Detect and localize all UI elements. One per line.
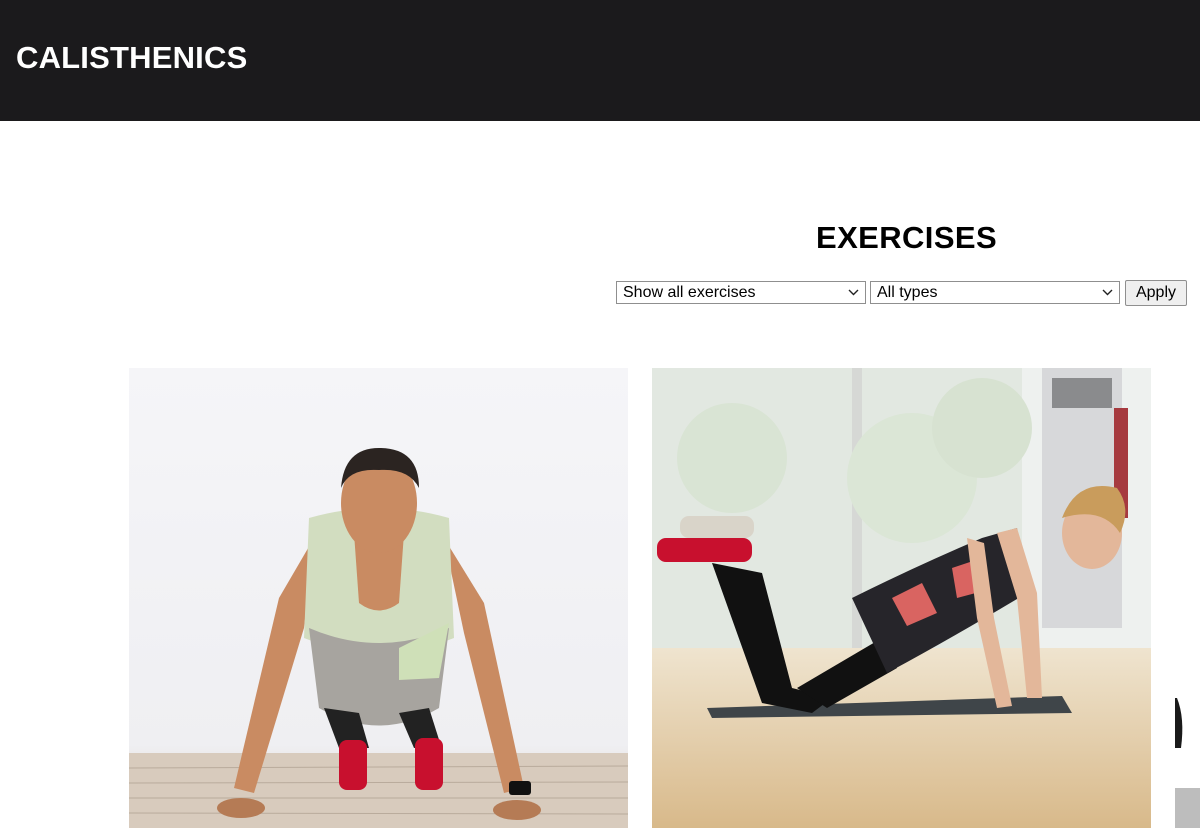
page-title: EXERCISES: [816, 220, 998, 255]
exercise-card-image[interactable]: [1175, 368, 1200, 828]
type-filter-value: All types: [877, 284, 938, 301]
exercise-filter-value: Show all exercises: [623, 284, 756, 301]
exercise-card-image[interactable]: [652, 368, 1151, 828]
chevron-down-icon: [1102, 289, 1113, 296]
exercise-card-image[interactable]: [129, 368, 628, 828]
site-header: CALISTHENICS: [0, 0, 1200, 121]
chevron-down-icon: [848, 289, 859, 296]
site-logo[interactable]: CALISTHENICS: [16, 40, 247, 76]
knee-push-up-photo: [652, 368, 1151, 828]
exercise-photo-partial: [1175, 368, 1200, 828]
type-filter-select[interactable]: All types: [870, 281, 1120, 304]
apply-button[interactable]: Apply: [1125, 280, 1187, 306]
exercise-filter-select[interactable]: Show all exercises: [616, 281, 866, 304]
push-up-photo: [129, 368, 628, 828]
